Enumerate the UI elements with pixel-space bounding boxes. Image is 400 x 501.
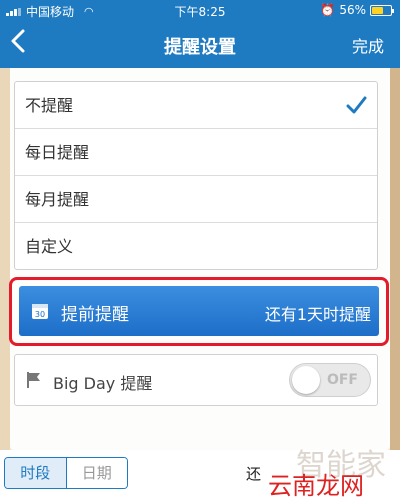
battery-percent: 56% [339,3,366,17]
option-label: 不提醒 [25,96,74,115]
top-bar: 中国移动 ◠ 下午8:25 ⏰ 56% 提醒设置 完成 [0,0,400,68]
option-label: 每月提醒 [25,190,90,209]
checkmark-icon [346,96,367,114]
toggle-knob [292,366,320,394]
done-button[interactable]: 完成 [352,33,384,57]
advance-reminder-value: 还有1天时提醒 [264,305,371,324]
option-monthly[interactable]: 每月提醒 [15,176,377,223]
calendar-icon: 30 [32,304,48,319]
battery-icon [370,4,394,16]
highlight-frame: 30 提前提醒 还有1天时提醒 [9,277,389,346]
big-day-row: Big Day 提醒 OFF [14,354,378,406]
option-no-reminder[interactable]: 不提醒 [15,82,377,129]
option-label: 自定义 [25,237,74,256]
bottom-text: 还 [246,465,262,483]
segment-time[interactable]: 时段 [5,458,66,488]
calendar-day: 30 [35,310,45,319]
page-title: 提醒设置 [164,37,236,58]
status-bar: 中国移动 ◠ 下午8:25 ⏰ 56% [0,0,400,20]
status-right: ⏰ 56% [320,3,394,17]
watermark: 云南龙网 [268,472,364,500]
advance-reminder-row[interactable]: 30 提前提醒 还有1天时提醒 [19,286,379,336]
option-daily[interactable]: 每日提醒 [15,129,377,176]
big-day-label: Big Day 提醒 [53,374,153,393]
flag-icon [27,372,40,388]
reminder-option-list: 不提醒 每日提醒 每月提醒 自定义 [14,81,378,270]
segment-date[interactable]: 日期 [65,458,127,488]
alarm-icon: ⏰ [320,3,336,17]
big-day-toggle[interactable]: OFF [289,363,371,397]
advance-reminder-label: 提前提醒 [61,305,129,325]
time-date-segmented-control: 时段 日期 [4,457,128,489]
reminder-panel: 不提醒 每日提醒 每月提醒 自定义 30 提前提醒 还有1天时提醒 Big Da… [9,68,390,450]
wood-edge-right [390,68,400,450]
toggle-text: OFF [326,372,358,388]
option-custom[interactable]: 自定义 [15,223,377,270]
option-label: 每日提醒 [25,143,90,162]
wood-edge-left [0,68,10,450]
nav-bar: 提醒设置 完成 [0,20,400,68]
